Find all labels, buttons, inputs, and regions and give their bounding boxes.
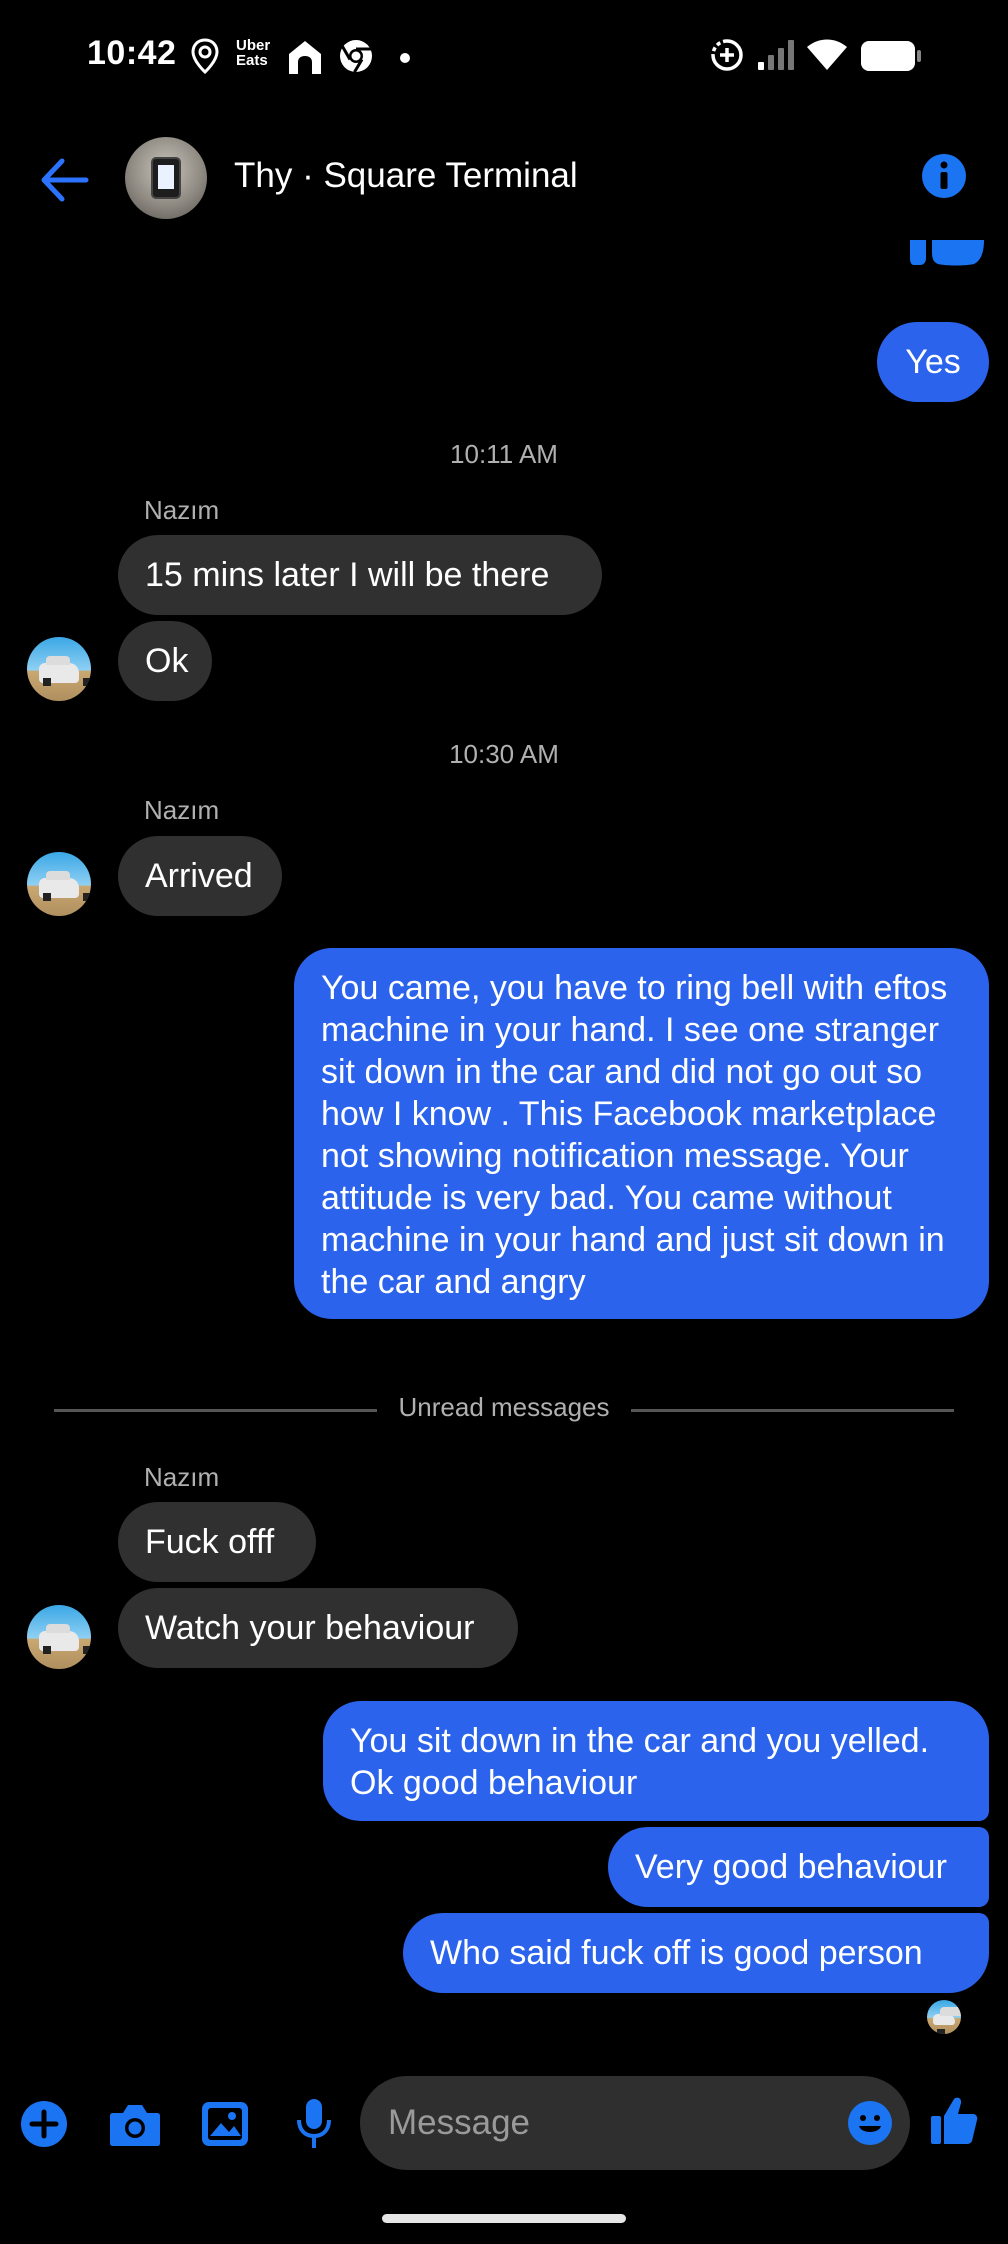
uber-eats-icon: Uber Eats [236, 38, 270, 68]
avatar-car-image [39, 656, 91, 686]
home-app-icon [289, 41, 321, 74]
unread-messages-divider: Unread messages [398, 1392, 610, 1422]
message-placeholder: Message [388, 2103, 531, 2142]
dot-icon [400, 53, 410, 63]
sender-avatar[interactable] [27, 1605, 91, 1669]
info-icon[interactable] [920, 152, 968, 200]
incoming-message[interactable]: 15 mins later I will be there [118, 535, 602, 615]
status-bar: 10:42 Uber Eats [0, 0, 1008, 115]
image-icon[interactable] [201, 2101, 249, 2147]
incoming-message[interactable]: Fuck offf [118, 1502, 316, 1582]
sender-avatar[interactable] [27, 852, 91, 916]
battery-icon [861, 41, 921, 71]
incoming-message[interactable]: Watch your behaviour [118, 1588, 518, 1668]
sender-name: Nazım [144, 1462, 220, 1492]
message-timestamp: 10:30 AM [449, 739, 559, 769]
outgoing-message[interactable]: You sit down in the car and you yelled. … [323, 1701, 989, 1821]
outgoing-message[interactable]: Yes [877, 322, 989, 402]
message-input[interactable]: Message [360, 2076, 910, 2170]
message-timestamp: 10:11 AM [450, 439, 558, 469]
signal-icon [758, 40, 794, 70]
thumbs-up-sticker-icon [910, 240, 984, 266]
uber-eats-line1: Uber [236, 37, 271, 54]
conversation-title[interactable]: Thy · Square Terminal [234, 156, 578, 196]
sender-avatar[interactable] [27, 637, 91, 701]
unread-divider-line-right [631, 1409, 954, 1412]
uber-eats-line2: Eats [236, 52, 268, 69]
camera-icon[interactable] [109, 2101, 161, 2147]
terminal-screen [158, 165, 174, 189]
microphone-icon[interactable] [295, 2098, 333, 2150]
incoming-message[interactable]: Ok [118, 621, 212, 701]
data-saver-icon [711, 39, 743, 71]
outgoing-message[interactable]: Very good behaviour [608, 1827, 989, 1907]
outgoing-message[interactable]: Who said fuck off is good person [403, 1913, 989, 1993]
sender-name: Nazım [144, 495, 220, 525]
header-avatar[interactable] [125, 137, 207, 219]
incoming-message[interactable]: Arrived [118, 836, 282, 916]
avatar-car-image [39, 1624, 91, 1654]
chrome-icon [340, 40, 372, 73]
avatar-car-image [933, 2007, 961, 2034]
thumbs-up-icon[interactable] [930, 2096, 978, 2146]
status-time: 10:42 [87, 34, 177, 72]
sender-name: Nazım [144, 795, 220, 825]
wifi-icon [807, 39, 847, 70]
conversation-header: Thy · Square Terminal [0, 120, 1008, 240]
plus-icon[interactable] [20, 2100, 68, 2148]
read-receipt-avatar [927, 2000, 961, 2034]
home-indicator[interactable] [382, 2214, 626, 2223]
avatar-car-image [39, 871, 91, 901]
back-arrow-icon[interactable] [36, 155, 92, 205]
outgoing-message[interactable]: You came, you have to ring bell with eft… [294, 948, 989, 1319]
emoji-icon[interactable] [846, 2099, 894, 2147]
location-pin-icon [191, 38, 219, 75]
